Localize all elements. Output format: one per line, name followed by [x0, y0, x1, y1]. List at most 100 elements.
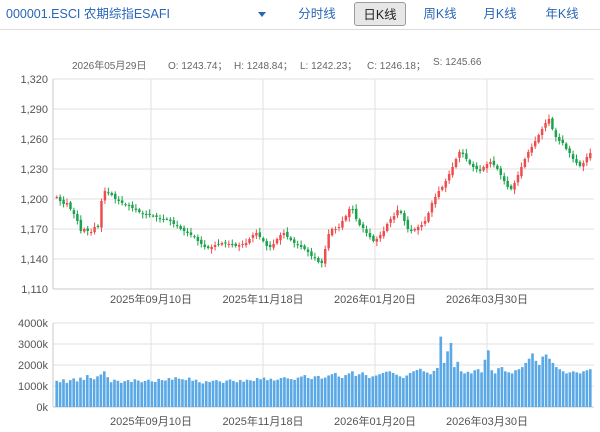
volume-bar [354, 375, 358, 407]
candle-body [523, 159, 527, 167]
volume-bar [344, 375, 347, 407]
candle-body [568, 148, 571, 153]
volume-bar [466, 371, 470, 407]
volume-bar [92, 379, 96, 407]
volume-bar [554, 367, 558, 407]
volume-bar [483, 359, 487, 407]
candle-body [482, 167, 485, 171]
volume-bar [398, 376, 402, 407]
candle-body [382, 231, 385, 237]
volume-bar [126, 380, 130, 407]
volume-bar [164, 380, 167, 407]
volume-bar [575, 372, 579, 407]
candle-body [358, 219, 361, 225]
candle-body [231, 244, 234, 245]
volume-bar [79, 377, 82, 407]
price-tick-label: 1,230 [20, 164, 48, 176]
volume-bar [473, 370, 477, 407]
candle-body [468, 160, 472, 164]
candle-body [268, 244, 272, 247]
volume-bar [143, 380, 147, 407]
candle-body [513, 183, 516, 190]
candle-body [138, 209, 141, 212]
candle-body [306, 249, 310, 252]
candle-body [131, 204, 134, 208]
volume-bar [517, 369, 521, 407]
candle-body [389, 219, 392, 223]
volume-bar [357, 374, 361, 407]
volume-bar [371, 376, 375, 407]
candle-body [279, 235, 282, 241]
candle-body [93, 227, 96, 232]
candle-body [175, 225, 179, 227]
candle-body [189, 232, 193, 235]
volume-bar [252, 380, 256, 407]
candle-body [413, 229, 416, 231]
price-tick-label: 1,320 [20, 74, 48, 86]
volume-bar [181, 379, 184, 407]
volume-bar [119, 382, 123, 407]
volume-bar [55, 380, 59, 407]
candle-body [158, 218, 162, 220]
volume-bar [313, 376, 317, 407]
candle-body [571, 154, 575, 159]
candle-body [124, 204, 127, 206]
volume-bar [565, 373, 568, 407]
candle-body [286, 231, 289, 237]
volume-bar [527, 358, 531, 407]
price-date-label: 2026年01月20日 [334, 292, 416, 306]
candle-body [186, 231, 189, 233]
volume-bar [504, 371, 507, 407]
volume-bar [310, 379, 313, 407]
candle-body [506, 181, 509, 187]
volume-bar [279, 378, 283, 407]
price-date-label: 2026年03月30日 [446, 292, 528, 306]
volume-bar [408, 372, 412, 407]
candle-body [299, 245, 303, 247]
candle-body [255, 233, 258, 236]
volume-bar [109, 382, 113, 407]
candle-body [540, 129, 544, 135]
candle-body [320, 260, 324, 263]
candle-body [103, 191, 107, 201]
volume-bar [123, 381, 126, 407]
volume-bar [388, 371, 392, 407]
volume-bar [493, 373, 497, 407]
volume-bar [476, 369, 480, 407]
candle-body [348, 209, 351, 218]
volume-bar [191, 380, 194, 407]
candlestick-chart[interactable]: 1,320 1,290 1,260 1,230 1,200 1,170 1,140 1,110… [0, 0, 600, 432]
candle-body [89, 232, 93, 233]
volume-bar [72, 378, 76, 407]
candle-body [323, 249, 327, 264]
candle-body [237, 245, 241, 247]
volume-bar [391, 372, 395, 407]
volume-bar [89, 378, 93, 407]
candle-body [72, 210, 76, 214]
volume-bar [422, 371, 426, 407]
candle-body [344, 216, 348, 221]
price-tick-label: 1,200 [20, 194, 48, 206]
candle-body [509, 185, 513, 189]
volume-tick-label: 3000k [18, 339, 48, 351]
candle-body [485, 164, 489, 169]
candle-body [120, 200, 124, 203]
volume-bar [235, 382, 239, 407]
volume-bar [269, 378, 273, 407]
volume-bar [228, 379, 232, 407]
candle-body [582, 163, 585, 167]
candle-body [86, 228, 89, 231]
candle-body [262, 238, 265, 241]
volume-bar [198, 382, 201, 407]
candle-body [403, 213, 406, 221]
volume-bar [415, 370, 419, 407]
candle-body [351, 209, 354, 210]
volume-bar [395, 374, 398, 407]
volume-bar [449, 342, 453, 407]
candle-body [558, 137, 561, 141]
volume-bar [544, 354, 548, 407]
volume-bar [102, 371, 106, 407]
candle-body [441, 187, 444, 190]
candle-body [310, 251, 313, 256]
volume-bar [334, 372, 337, 407]
